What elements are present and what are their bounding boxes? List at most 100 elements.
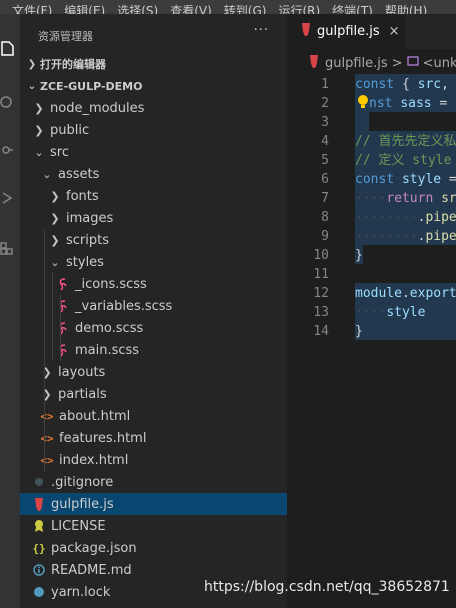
tree-folder-styles[interactable]: ⌄ styles — [20, 251, 287, 273]
code-token: { — [394, 77, 418, 92]
tree-item-label: main.scss — [75, 342, 140, 358]
menu-item[interactable]: 帮助(H) — [385, 4, 427, 14]
code-token: sr — [441, 191, 456, 206]
chevron-right-icon: ❯ — [50, 189, 60, 203]
html-file-icon: <> — [40, 409, 54, 423]
tree-file-about-html[interactable]: <> about.html — [20, 405, 287, 427]
tree-item-label: layouts — [58, 364, 106, 380]
code-line: ····return sr — [355, 189, 456, 208]
tree-file-features-html[interactable]: <> features.html — [20, 427, 287, 449]
readme-file-icon — [32, 562, 46, 578]
menu-item[interactable]: 编辑(E) — [64, 4, 105, 14]
tree-file-icons-scss[interactable]: _icons.scss — [20, 273, 287, 295]
lightbulb-icon[interactable] — [356, 94, 370, 110]
tree-item-label: .gitignore — [51, 474, 114, 490]
files-icon[interactable] — [0, 36, 20, 60]
tree-item-label: scripts — [66, 232, 109, 248]
chevron-down-icon: ⌄ — [34, 145, 44, 159]
more-actions-icon[interactable]: ··· — [254, 23, 269, 38]
tree-folder-public[interactable]: ❯ public — [20, 119, 287, 141]
close-icon[interactable]: × — [389, 24, 400, 39]
tree-folder-src[interactable]: ⌄ src — [20, 141, 287, 163]
run-debug-icon[interactable] — [0, 186, 20, 210]
workspace-label: ZCE-GULP-DEMO — [40, 79, 143, 93]
line-number: 8 — [321, 210, 329, 225]
line-number: 9 — [321, 229, 329, 244]
breadcrumb-symbol[interactable]: <unknown> — [423, 56, 456, 71]
code-token: ···· — [355, 191, 387, 206]
line-number: 3 — [321, 115, 329, 130]
code-token: // 首先先定义私 — [355, 134, 456, 149]
tree-folder-layouts[interactable]: ❯ layouts — [20, 361, 287, 383]
code-token: sass — [400, 96, 432, 111]
gulp-file-icon — [301, 22, 311, 41]
code-token: = — [431, 96, 448, 111]
line-number: 1 — [321, 77, 329, 92]
tree-file-license[interactable]: LICENSE — [20, 515, 287, 537]
breadcrumb-separator: > — [391, 55, 403, 71]
menu-item[interactable]: 选择(S) — [117, 4, 158, 14]
open-editors-label: 打开的编辑器 — [40, 58, 106, 71]
explorer-title: 资源管理器 — [38, 30, 93, 43]
extensions-icon[interactable] — [0, 236, 20, 260]
menu-item[interactable]: 查看(V) — [170, 4, 212, 14]
menu-item[interactable]: 转到(G) — [224, 4, 267, 14]
tree-item-label: public — [50, 122, 90, 138]
tree-file-gulpfile-js[interactable]: gulpfile.js — [20, 493, 287, 515]
code-editor[interactable]: 1 2 3 4 5 6 7 8 9 10 11 12 13 14 const { src, nst sas… — [287, 74, 456, 608]
code-token: export — [409, 286, 456, 301]
chevron-down-icon: ⌄ — [50, 255, 60, 269]
code-token: return — [386, 191, 434, 206]
line-number: 4 — [321, 134, 329, 149]
menu-bar: 文件(F) 编辑(E) 选择(S) 查看(V) 转到(G) 运行(R) 终端(T) 帮助(H) — [0, 0, 456, 14]
tree-item-label: features.html — [59, 430, 147, 446]
tree-folder-assets[interactable]: ⌄ assets — [20, 163, 287, 185]
line-number: 7 — [321, 191, 329, 206]
workspace-section[interactable]: ⌄ ZCE-GULP-DEMO — [20, 75, 287, 97]
tree-file-gitignore[interactable]: .gitignore — [20, 471, 287, 493]
code-line: } — [355, 322, 363, 341]
scss-file-icon — [56, 320, 70, 336]
code-line: const { src, — [355, 75, 456, 94]
code-token: } — [355, 248, 363, 263]
tree-file-package-json[interactable]: {} package.json — [20, 537, 287, 559]
line-number: 13 — [313, 305, 329, 320]
tree-file-readme-md[interactable]: README.md — [20, 559, 287, 581]
code-token: ········ — [355, 210, 418, 225]
open-editors-section[interactable]: ❯ 打开的编辑器 — [20, 53, 287, 75]
code-line: // 定义 style — [355, 151, 451, 170]
tree-file-index-html[interactable]: <> index.html — [20, 449, 287, 471]
code-line: module.export — [355, 284, 456, 303]
code-token: pipe — [425, 229, 456, 244]
menu-item[interactable]: 运行(R) — [278, 4, 320, 14]
tree-folder-images[interactable]: ❯ images — [20, 207, 287, 229]
line-number: 11 — [313, 267, 329, 282]
tree-folder-node-modules[interactable]: ❯ node_modules — [20, 97, 287, 119]
breadcrumb: gulpfile.js > <unknown> — [287, 52, 456, 74]
git-file-icon — [32, 474, 46, 490]
chevron-right-icon: ❯ — [50, 233, 60, 247]
indent-guide — [44, 229, 45, 471]
tree-folder-partials[interactable]: ❯ partials — [20, 383, 287, 405]
selection-highlight — [355, 112, 369, 131]
line-number: 2 — [321, 96, 329, 111]
code-token: , — [441, 77, 456, 92]
code-token: . — [401, 286, 410, 301]
tab-gulpfile[interactable]: gulpfile.js × — [287, 14, 405, 49]
html-file-icon: <> — [40, 431, 54, 445]
tree-folder-scripts[interactable]: ❯ scripts — [20, 229, 287, 251]
breadcrumb-file[interactable]: gulpfile.js — [325, 56, 388, 71]
code-token: pipe — [425, 210, 456, 225]
tree-folder-fonts[interactable]: ❯ fonts — [20, 185, 287, 207]
editor-tab-bar: gulpfile.js × — [287, 14, 456, 49]
code-line: const style = — [355, 170, 456, 189]
gulp-file-icon — [309, 54, 319, 73]
menu-item[interactable]: 终端(T) — [332, 4, 373, 14]
menu-item[interactable]: 文件(F) — [12, 4, 52, 14]
search-icon[interactable] — [0, 90, 20, 114]
chevron-right-icon: ❯ — [50, 211, 60, 225]
source-control-icon[interactable] — [0, 138, 20, 162]
chevron-right-icon: ❯ — [34, 123, 44, 137]
